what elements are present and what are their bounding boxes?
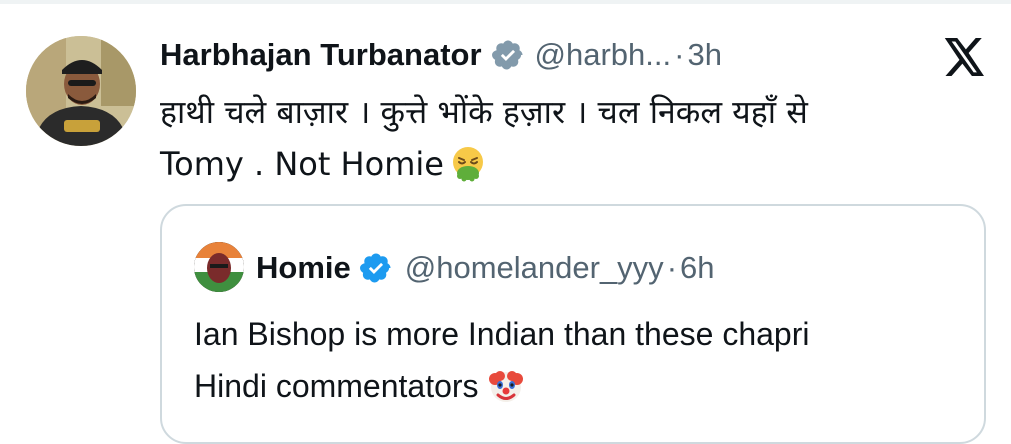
quoted-text-line-1: Ian Bishop is more Indian than these cha… bbox=[194, 316, 810, 352]
verified-badge-icon bbox=[491, 40, 523, 70]
clown-face-icon bbox=[488, 371, 523, 402]
quoted-timestamp[interactable]: 6h bbox=[680, 250, 714, 286]
quoted-text-line-2-text: Hindi commentators bbox=[194, 368, 479, 404]
x-logo-icon[interactable] bbox=[944, 38, 986, 76]
quoted-tweet-text: Ian Bishop is more Indian than these cha… bbox=[194, 308, 974, 412]
quoted-text-line-2: Hindi commentators bbox=[194, 360, 974, 412]
author-avatar[interactable] bbox=[26, 36, 136, 146]
nauseated-face-icon bbox=[452, 147, 483, 182]
author-handle[interactable]: @harbh... bbox=[535, 37, 672, 73]
quoted-tweet-header: Homie @homelander_yyy · 6h bbox=[256, 244, 715, 292]
top-divider bbox=[0, 0, 1011, 4]
tweet-text-line-2: Tomy . Not Homie bbox=[160, 138, 980, 190]
tweet-text: हाथी चले बाज़ार । कुत्ते भोंके हज़ार । च… bbox=[160, 86, 980, 190]
timestamp[interactable]: 3h bbox=[687, 37, 721, 73]
quoted-author-handle[interactable]: @homelander_yyy bbox=[405, 250, 664, 286]
tweet-text-line-1: हाथी चले बाज़ार । कुत्ते भोंके हज़ार । च… bbox=[160, 93, 808, 131]
verified-badge-icon bbox=[359, 253, 391, 283]
author-name[interactable]: Harbhajan Turbanator bbox=[160, 37, 482, 73]
tweet-text-line-2-text: Tomy . Not Homie bbox=[160, 145, 444, 183]
quoted-author-avatar[interactable] bbox=[194, 242, 244, 292]
separator-dot: · bbox=[674, 37, 685, 72]
tweet-header: Harbhajan Turbanator @harbh... · 3h bbox=[160, 30, 722, 80]
quoted-tweet[interactable]: Homie @homelander_yyy · 6h Ian Bishop is… bbox=[160, 204, 986, 444]
separator-dot: · bbox=[666, 250, 678, 285]
quoted-author-name[interactable]: Homie bbox=[256, 250, 351, 286]
